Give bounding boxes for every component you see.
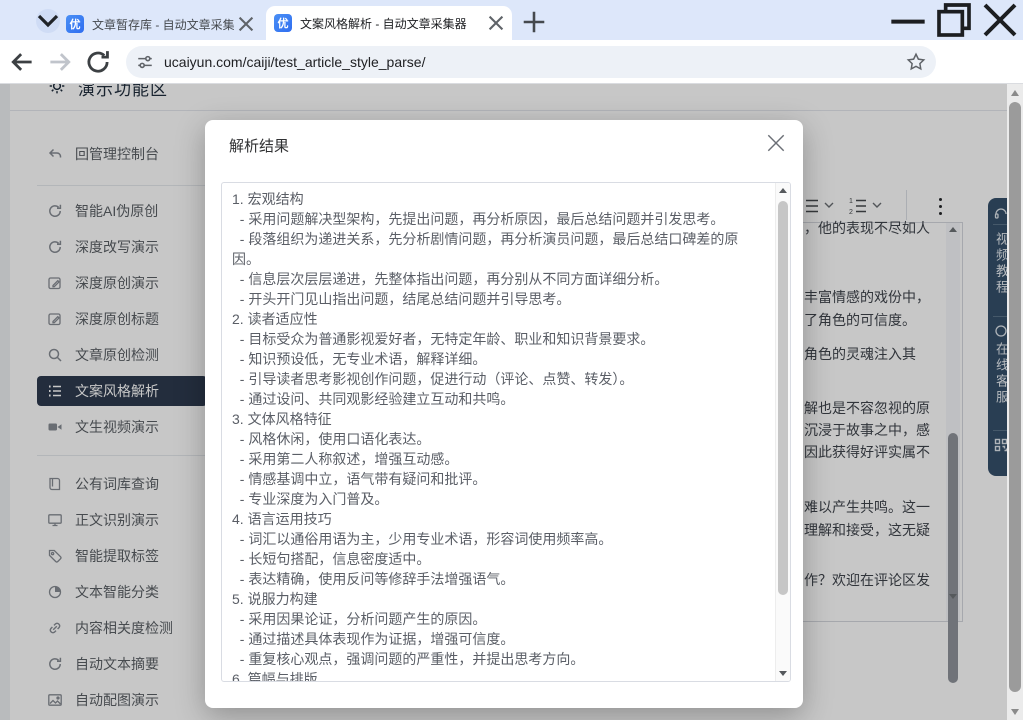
- window-controls: [885, 0, 1023, 40]
- dialog-close-icon[interactable]: [765, 132, 787, 154]
- scrollbar-thumb[interactable]: [778, 201, 788, 595]
- url-text[interactable]: ucaiyun.com/caiji/test_article_style_par…: [164, 54, 906, 70]
- scrollbar-thumb[interactable]: [1009, 102, 1021, 692]
- browser-window: 优 文章暂存库 - 自动文章采集器-优 优 文案风格解析 - 自动文章采集器: [0, 0, 1023, 720]
- back-button[interactable]: [8, 48, 36, 76]
- dialog-title: 解析结果: [229, 135, 289, 156]
- tab-close-icon[interactable]: [238, 16, 254, 32]
- browser-toolbar: ucaiyun.com/caiji/test_article_style_par…: [0, 40, 1023, 84]
- tab-title: 文章暂存库 - 自动文章采集器-优: [92, 16, 234, 33]
- browser-titlebar: 优 文章暂存库 - 自动文章采集器-优 优 文案风格解析 - 自动文章采集器: [0, 0, 1023, 40]
- new-tab-button[interactable]: [522, 10, 546, 34]
- site-settings-icon[interactable]: [136, 53, 154, 71]
- parse-result-textarea[interactable]: 1. 宏观结构 - 采用问题解决型架构，先提出问题，再分析原因，最后总结问题并引…: [221, 182, 791, 682]
- site-favicon: 优: [274, 14, 292, 32]
- tab-title: 文案风格解析 - 自动文章采集器: [300, 15, 484, 32]
- tab-article-store[interactable]: 优 文章暂存库 - 自动文章采集器-优: [58, 8, 262, 40]
- tab-search-chevron-icon[interactable]: [36, 9, 60, 33]
- reload-button[interactable]: [84, 48, 112, 76]
- scroll-up-icon[interactable]: [779, 188, 787, 193]
- page-scrollbar[interactable]: [1007, 84, 1023, 720]
- tab-close-icon[interactable]: [488, 15, 504, 31]
- parse-result-dialog: 解析结果 1. 宏观结构 - 采用问题解决型架构，先提出问题，再分析原因，最后总…: [205, 120, 803, 708]
- forward-button[interactable]: [46, 48, 74, 76]
- parse-result-text: 1. 宏观结构 - 采用问题解决型架构，先提出问题，再分析原因，最后总结问题并引…: [222, 183, 762, 682]
- scroll-down-icon[interactable]: [1011, 709, 1019, 715]
- scroll-down-icon[interactable]: [779, 671, 787, 676]
- close-window-button[interactable]: [977, 0, 1023, 40]
- bookmark-star-icon[interactable]: [906, 52, 926, 72]
- restore-button[interactable]: [931, 0, 977, 40]
- url-bar[interactable]: ucaiyun.com/caiji/test_article_style_par…: [126, 46, 936, 78]
- textarea-scrollbar[interactable]: [775, 183, 790, 681]
- site-favicon: 优: [66, 15, 84, 33]
- tab-style-parse-active[interactable]: 优 文案风格解析 - 自动文章采集器: [266, 6, 512, 40]
- minimize-button[interactable]: [885, 0, 931, 40]
- scroll-up-icon[interactable]: [1011, 90, 1019, 96]
